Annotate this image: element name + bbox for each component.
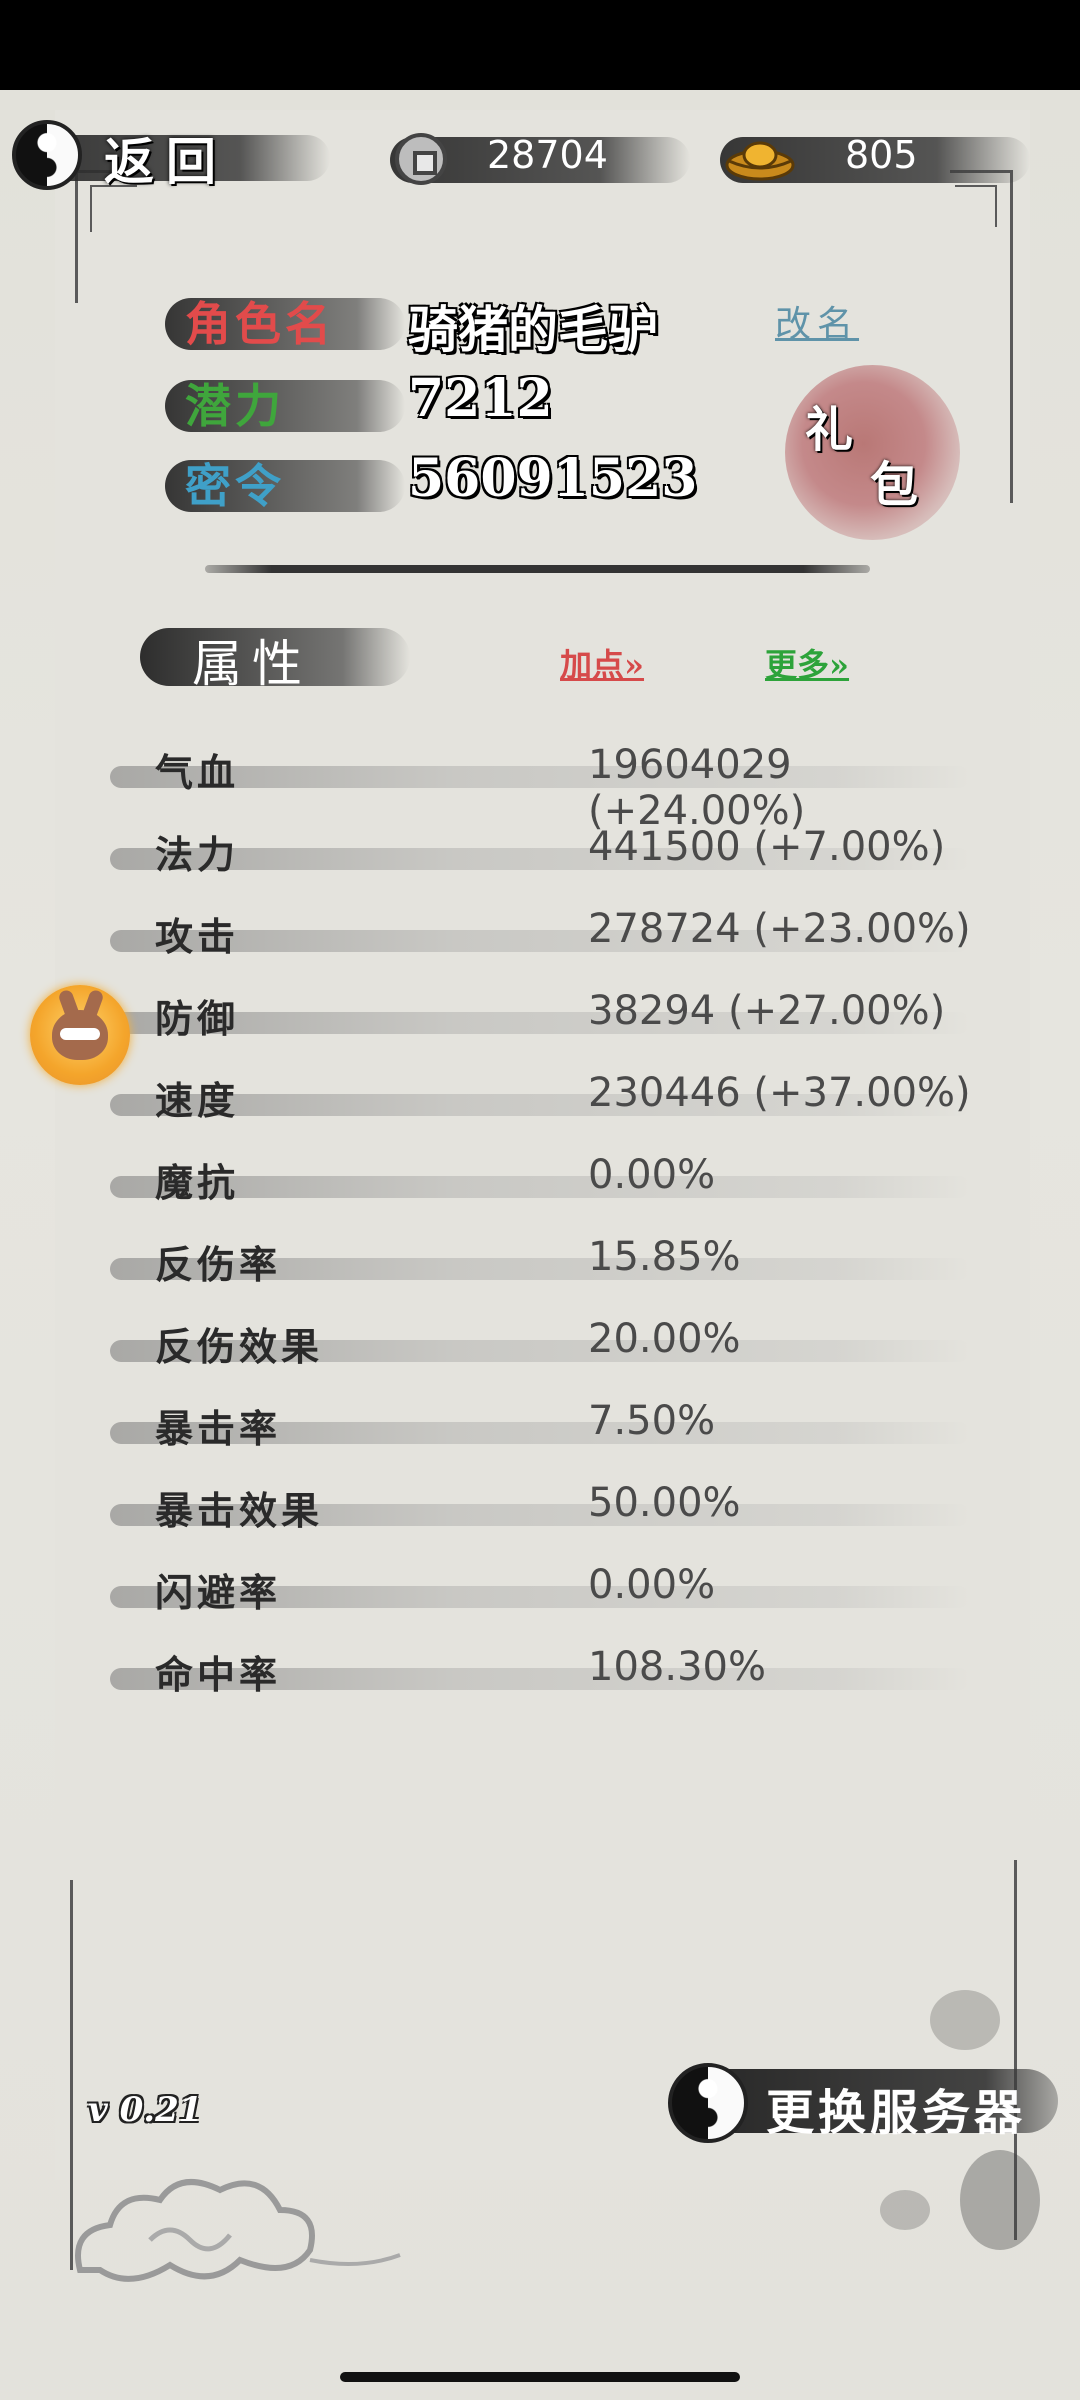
attribute-row: 攻击 278724 (+23.00%): [110, 900, 980, 968]
change-server-label: 更换服务器: [766, 2085, 1027, 2141]
attribute-value: 15.85%: [588, 1234, 741, 1280]
gold-ingot-icon: [725, 141, 795, 181]
attribute-name: 暴击率: [155, 1406, 282, 1451]
back-button[interactable]: 返回: [12, 120, 332, 200]
attribute-row: 暴击效果 50.00%: [110, 1474, 980, 1542]
attribute-name: 反伤率: [155, 1242, 282, 1287]
attribute-value: 0.00%: [588, 1152, 716, 1198]
attribute-value: 38294 (+27.00%): [588, 988, 946, 1034]
attribute-row: 暴击率 7.50%: [110, 1392, 980, 1460]
gift-label-1: 礼: [805, 402, 854, 458]
attribute-value: 0.00%: [588, 1562, 716, 1608]
frame-corner-top-right-inner: [955, 185, 997, 227]
gold-value: 805: [845, 133, 918, 177]
add-points-link[interactable]: 加点»: [560, 640, 644, 686]
attribute-row: 反伤率 15.85%: [110, 1228, 980, 1296]
name-label-badge: 角色名: [165, 296, 405, 352]
potential-label-badge: 潜力: [165, 378, 405, 434]
cloud-ornament-icon: [75, 2179, 401, 2282]
back-label: 返回: [104, 132, 228, 191]
potential-value: 7212: [408, 368, 553, 429]
more-attributes-link[interactable]: 更多»: [765, 640, 849, 686]
attribute-name: 速度: [155, 1078, 240, 1123]
character-name: 骑猪的毛驴: [408, 300, 658, 359]
password-label: 密令: [185, 459, 285, 513]
ink-splash: [960, 2150, 1040, 2250]
copper-coin-icon: [395, 133, 447, 185]
attribute-row: 反伤效果 20.00%: [110, 1310, 980, 1378]
attribute-row: 气血 19604029 (+24.00%): [110, 736, 980, 834]
attribute-name: 防御: [155, 996, 240, 1041]
potential-label: 潜力: [185, 379, 285, 433]
attribute-name: 攻击: [155, 914, 240, 959]
attribute-name: 气血: [155, 750, 240, 795]
password-label-badge: 密令: [165, 458, 405, 514]
taiji-icon: [12, 120, 82, 190]
attribute-row: 闪避率 0.00%: [110, 1556, 980, 1624]
version-label: v 0.21: [88, 2090, 203, 2130]
ink-splash: [930, 1990, 1000, 2050]
attribute-name: 命中率: [155, 1652, 282, 1697]
attribute-name: 暴击效果: [155, 1488, 324, 1533]
change-server-button[interactable]: 更换服务器: [668, 2055, 1060, 2145]
gift-label-2: 包: [870, 457, 919, 513]
attribute-value: 441500 (+7.00%): [588, 824, 946, 870]
status-bar: [0, 0, 1080, 90]
home-indicator[interactable]: [340, 2372, 740, 2382]
attribute-row: 命中率 108.30%: [110, 1638, 980, 1706]
section-divider: [205, 565, 870, 573]
name-label: 角色名: [185, 297, 335, 351]
taiji-icon: [668, 2063, 748, 2143]
attribute-row: 速度 230446 (+37.00%): [110, 1064, 980, 1132]
attribute-value: 278724 (+23.00%): [588, 906, 971, 952]
attribute-value: 20.00%: [588, 1316, 741, 1362]
pet-mask-icon: [60, 1028, 100, 1040]
rename-link[interactable]: 改名: [775, 295, 859, 347]
coins-value: 28704: [487, 133, 608, 177]
attribute-value: 230446 (+37.00%): [588, 1070, 971, 1116]
attributes-title: 属性: [192, 635, 312, 693]
attribute-value: 108.30%: [588, 1644, 766, 1690]
password-value: 56091523: [408, 448, 698, 509]
attribute-value: 7.50%: [588, 1398, 716, 1444]
attribute-name: 魔抗: [155, 1160, 240, 1205]
attribute-value: 50.00%: [588, 1480, 741, 1526]
ink-splash: [880, 2190, 930, 2230]
attribute-name: 闪避率: [155, 1570, 282, 1615]
attribute-row: 防御 38294 (+27.00%): [110, 982, 980, 1050]
attribute-name: 反伤效果: [155, 1324, 324, 1369]
attribute-row: 法力 441500 (+7.00%): [110, 818, 980, 886]
attribute-name: 法力: [155, 832, 240, 877]
attributes-header: 属性: [140, 622, 410, 693]
attribute-row: 魔抗 0.00%: [110, 1146, 980, 1214]
